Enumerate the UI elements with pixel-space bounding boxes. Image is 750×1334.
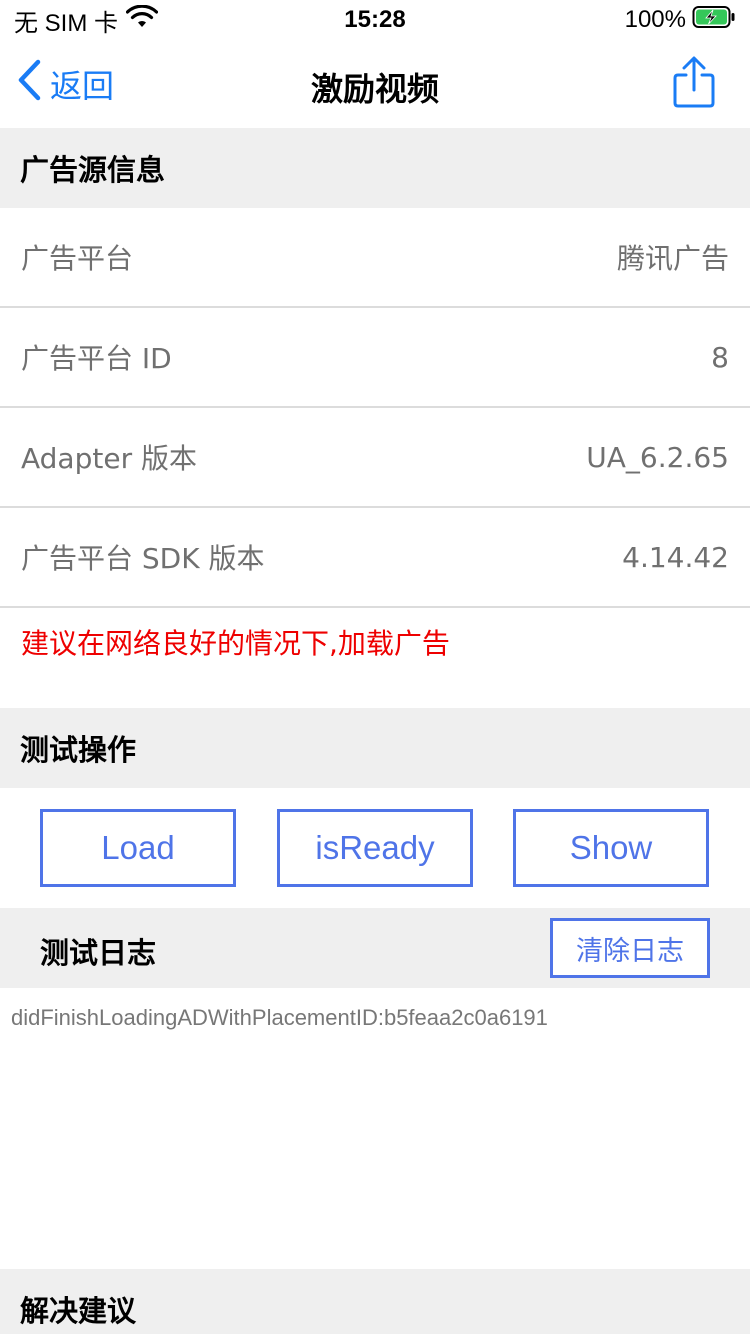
share-button[interactable] xyxy=(672,56,716,108)
log-line: didFinishLoadingADWithPlacementID:b5feaa… xyxy=(11,1005,548,1030)
info-row-sdk-version: 广告平台 SDK 版本 4.14.42 xyxy=(0,508,750,608)
is-ready-button[interactable]: isReady xyxy=(277,809,473,887)
solution-header: 解决建议 xyxy=(0,1269,750,1334)
source-info-header: 广告源信息 xyxy=(0,128,750,208)
nav-bar: 返回 激励视频 xyxy=(0,40,750,128)
status-left: 无 SIM 卡 xyxy=(14,3,159,38)
info-row-platform-id: 广告平台 ID 8 xyxy=(0,308,750,408)
info-row-adapter-version: Adapter 版本 UA_6.2.65 xyxy=(0,408,750,508)
battery-percent: 100% xyxy=(624,6,686,33)
wifi-icon xyxy=(125,4,159,36)
status-right: 100% xyxy=(625,5,736,36)
carrier-label: 无 SIM 卡 xyxy=(14,9,119,37)
info-label: 广告平台 SDK 版本 xyxy=(21,542,265,575)
test-ops-header: 测试操作 xyxy=(0,708,750,788)
info-row-platform: 广告平台 腾讯广告 xyxy=(0,208,750,308)
page-title: 激励视频 xyxy=(310,70,439,108)
info-value: 腾讯广告 xyxy=(616,242,729,275)
log-header: 测试日志 清除日志 xyxy=(0,908,750,988)
clear-log-button[interactable]: 清除日志 xyxy=(550,918,710,978)
info-label: Adapter 版本 xyxy=(21,442,197,475)
log-title: 测试日志 xyxy=(40,936,157,970)
battery-charging-icon xyxy=(692,5,736,36)
screen: 无 SIM 卡 15:28 100% 返回 激励视频 广告源信息 广告平台 腾讯… xyxy=(0,0,750,1334)
info-value: 4.14.42 xyxy=(622,540,729,574)
status-bar: 无 SIM 卡 15:28 100% xyxy=(0,0,750,40)
load-button[interactable]: Load xyxy=(40,809,236,887)
network-hint: 建议在网络良好的情况下,加载广告 xyxy=(21,627,450,660)
info-label: 广告平台 ID xyxy=(21,342,172,375)
info-value: UA_6.2.65 xyxy=(586,440,729,474)
info-value: 8 xyxy=(711,340,729,374)
share-icon xyxy=(673,56,715,108)
info-label: 广告平台 xyxy=(21,242,134,275)
show-button[interactable]: Show xyxy=(513,809,709,887)
